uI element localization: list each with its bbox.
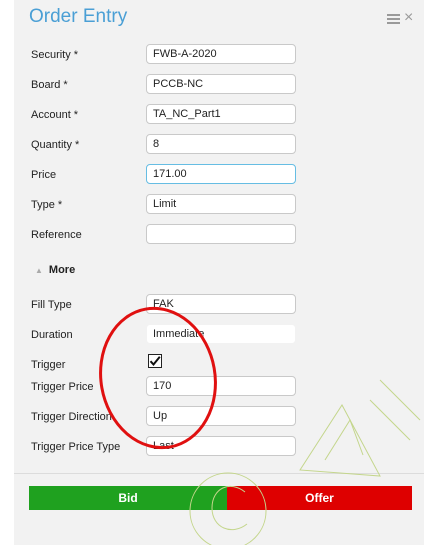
bid-button[interactable]: Bid bbox=[29, 486, 227, 510]
fill-type-row: Fill Type bbox=[14, 294, 424, 318]
trigger-price-row: Trigger Price bbox=[14, 376, 424, 400]
quantity-label: Quantity * bbox=[31, 139, 80, 151]
price-row: Price bbox=[14, 164, 424, 188]
panel-title: Order Entry bbox=[29, 6, 128, 27]
reference-label: Reference bbox=[31, 229, 82, 241]
trigger-direction-label: Trigger Direction bbox=[31, 411, 112, 423]
duration-label: Duration bbox=[31, 329, 73, 341]
board-label: Board * bbox=[31, 79, 68, 91]
trigger-direction-select[interactable] bbox=[146, 406, 296, 426]
reference-row: Reference bbox=[14, 224, 424, 248]
security-input[interactable] bbox=[146, 44, 296, 64]
board-input[interactable] bbox=[146, 74, 296, 94]
security-row: Security * bbox=[14, 44, 424, 68]
duration-select[interactable] bbox=[146, 324, 296, 344]
price-label: Price bbox=[31, 169, 57, 181]
checkmark-icon bbox=[149, 356, 161, 367]
trigger-row: Trigger bbox=[14, 354, 424, 378]
fill-type-label: Fill Type bbox=[31, 299, 72, 311]
trigger-price-label: Trigger Price bbox=[31, 381, 94, 393]
reference-input[interactable] bbox=[146, 224, 296, 244]
order-entry-panel: Order Entry × Security * Board * Account… bbox=[14, 0, 424, 545]
more-label: More bbox=[48, 264, 76, 276]
quantity-row: Quantity * bbox=[14, 134, 424, 158]
type-select[interactable] bbox=[146, 194, 296, 214]
board-row: Board * bbox=[14, 74, 424, 98]
account-input[interactable] bbox=[146, 104, 296, 124]
trigger-price-type-label: Trigger Price Type bbox=[31, 441, 121, 453]
trigger-label: Trigger bbox=[31, 359, 66, 371]
divider bbox=[14, 473, 424, 474]
trigger-checkbox[interactable] bbox=[148, 354, 162, 368]
account-label: Account * bbox=[31, 109, 79, 121]
trigger-price-input[interactable] bbox=[146, 376, 296, 396]
price-input[interactable] bbox=[146, 164, 296, 184]
type-label: Type * bbox=[31, 199, 63, 211]
close-icon[interactable]: × bbox=[404, 9, 413, 27]
account-row: Account * bbox=[14, 104, 424, 128]
fill-type-select[interactable] bbox=[146, 294, 296, 314]
security-label: Security * bbox=[31, 49, 79, 61]
trigger-price-type-row: Trigger Price Type bbox=[14, 436, 424, 460]
trigger-direction-row: Trigger Direction bbox=[14, 406, 424, 430]
duration-row: Duration bbox=[14, 324, 424, 348]
offer-button[interactable]: Offer bbox=[227, 486, 412, 510]
more-toggle[interactable]: ▲ More bbox=[35, 264, 75, 276]
trigger-price-type-select[interactable] bbox=[146, 436, 296, 456]
hamburger-menu-icon[interactable] bbox=[387, 14, 400, 24]
title-bar: Order Entry × bbox=[14, 0, 424, 36]
quantity-input[interactable] bbox=[146, 134, 296, 154]
collapse-arrow-icon: ▲ bbox=[35, 266, 43, 275]
type-row: Type * bbox=[14, 194, 424, 218]
